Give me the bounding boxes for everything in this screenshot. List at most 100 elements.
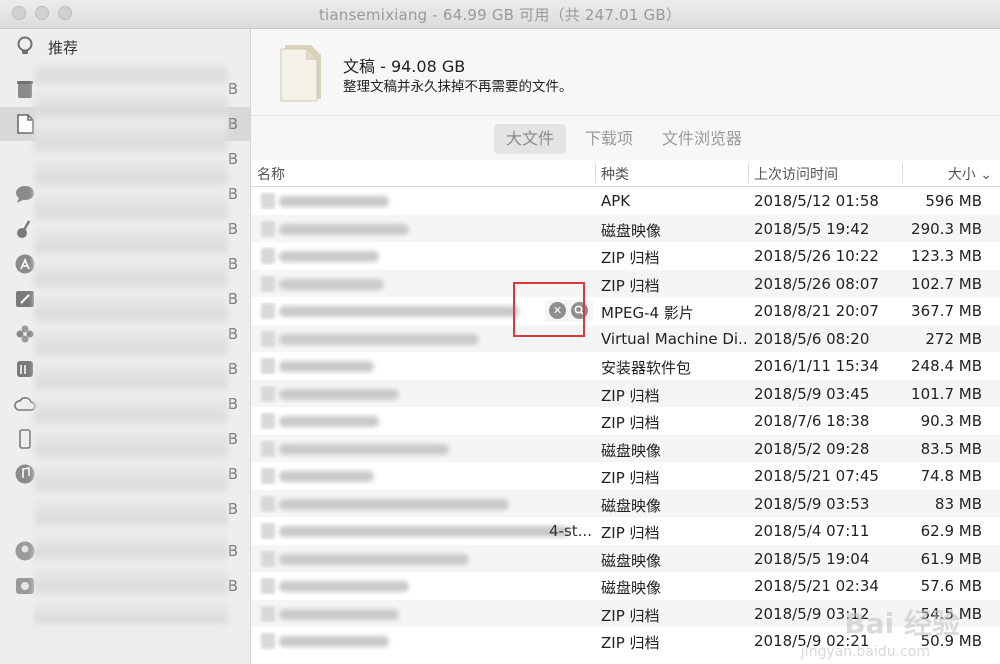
file-kind-cell: ZIP 归档 [601, 606, 660, 625]
table-row[interactable]: ZIP 归档 2018/7/6 18:38 90.3 MB [251, 407, 1000, 435]
file-list: APK 2018/5/12 01:58 596 MB 磁盘映像 2018/5/5 19:… [251, 187, 1000, 664]
column-header-name[interactable]: 名称 [257, 164, 285, 184]
file-size-cell: 74.8 MB [920, 467, 982, 485]
sort-descending-icon: ⌄ [980, 167, 992, 183]
table-row[interactable]: 安装器软件包 2016/1/11 15:34 248.4 MB [251, 352, 1000, 380]
blurred-file-name [279, 636, 389, 647]
file-icon [261, 523, 275, 539]
table-header: 名称 种类 上次访问时间 大小 ⌄ [251, 160, 1000, 187]
system-icon [14, 575, 36, 597]
file-icon [261, 220, 275, 237]
blurred-file-name [279, 443, 449, 455]
file-size-cell: 61.9 MB [920, 549, 982, 568]
file-kind-cell: 磁盘映像 [601, 496, 662, 515]
book-icon [14, 358, 36, 380]
trash-icon [14, 78, 36, 100]
blurred-file-name [279, 223, 409, 235]
last-accessed-cell: 2018/5/5 19:04 [754, 549, 870, 568]
table-row[interactable]: ZIP 归档 2018/5/26 10:22 123.3 MB [251, 242, 1000, 270]
sidebar-item-label: 推荐 [48, 39, 79, 57]
tab-large-files[interactable]: 大文件 [494, 124, 567, 154]
table-row[interactable]: 磁盘映像 2018/5/2 09:28 83.5 MB [251, 434, 1000, 462]
tab-file-browser[interactable]: 文件浏览器 [650, 124, 754, 154]
last-accessed-cell: 2018/5/9 03:53 [754, 494, 870, 513]
table-row[interactable]: 磁盘映像 2018/5/5 19:04 61.9 MB [251, 544, 1000, 572]
sidebar: 推荐 B B B B B B B B B B B B B B B [0, 29, 251, 664]
column-divider [902, 163, 903, 183]
minimize-window-button[interactable] [35, 6, 49, 20]
blurred-file-name [279, 388, 399, 400]
user-icon [14, 540, 36, 562]
column-header-last-accessed[interactable]: 上次访问时间 [754, 164, 838, 184]
file-size-cell: 90.3 MB [920, 412, 982, 430]
table-row[interactable]: 磁盘映像 2018/5/21 02:34 57.6 MB [251, 572, 1000, 600]
table-row[interactable]: APK 2018/5/12 01:58 596 MB [251, 187, 1000, 215]
table-row[interactable]: 磁盘映像 2018/5/5 19:42 290.3 MB [251, 214, 1000, 242]
file-icon [261, 193, 275, 209]
file-name-cell [257, 577, 597, 595]
file-name-suffix: 4-st... [549, 522, 592, 540]
zoom-window-button[interactable] [58, 6, 72, 20]
sidebar-item-recommendations[interactable]: 推荐 [0, 29, 250, 63]
window-title: tiansemixiang - 64.99 GB 可用（共 247.01 GB） [318, 5, 682, 24]
title-bar: tiansemixiang - 64.99 GB 可用（共 247.01 GB） [0, 0, 1000, 29]
table-row[interactable]: ZIP 归档 2018/5/9 03:45 101.7 MB [251, 379, 1000, 407]
tab-downloads[interactable]: 下载项 [573, 124, 645, 154]
table-row[interactable]: 4-st... ZIP 归档 2018/5/4 07:11 62.9 MB [251, 517, 1000, 545]
file-icon [261, 605, 275, 622]
file-size-cell: 57.6 MB [920, 577, 982, 595]
column-header-size-label: 大小 [947, 167, 976, 183]
guitar-icon [14, 218, 36, 240]
last-accessed-cell: 2018/5/9 03:45 [754, 384, 870, 403]
file-size-cell: 123.3 MB [911, 247, 982, 265]
file-kind-cell: ZIP 归档 [601, 276, 660, 295]
table-row[interactable]: ZIP 归档 2018/5/26 08:07 102.7 MB [251, 269, 1000, 297]
file-name-cell [257, 550, 597, 568]
file-icon [261, 550, 275, 567]
table-row[interactable]: Virtual Machine Di... 2018/5/6 08:20 272 M… [251, 324, 1000, 352]
app-store-icon [14, 253, 36, 275]
file-name-cell [257, 605, 597, 623]
hammer-icon [14, 288, 36, 310]
file-kind-cell: 磁盘映像 [601, 221, 662, 240]
messages-icon [14, 183, 36, 205]
file-icon [261, 413, 275, 429]
document-icon [14, 113, 36, 135]
file-icon [261, 468, 275, 484]
last-accessed-cell: 2018/5/4 07:11 [754, 522, 870, 540]
file-size-cell: 101.7 MB [911, 384, 982, 403]
file-name-cell [257, 247, 597, 265]
table-row[interactable]: 磁盘映像 2018/5/9 03:53 83 MB [251, 489, 1000, 517]
file-size-cell: 83.5 MB [920, 439, 982, 458]
file-size-cell: 290.3 MB [911, 219, 982, 238]
file-name-cell [257, 440, 597, 458]
blurred-file-name [279, 608, 399, 620]
window-controls [12, 6, 72, 20]
file-icon [261, 330, 275, 347]
file-name-cell [257, 412, 597, 430]
file-size-cell: 248.4 MB [911, 357, 982, 375]
file-size-cell: 367.7 MB [911, 302, 982, 320]
last-accessed-cell: 2018/5/2 09:28 [754, 439, 870, 458]
table-row[interactable]: ✕ MPEG-4 影片 2018/8/21 20:07 367.7 MB [251, 297, 1000, 325]
last-accessed-cell: 2018/7/6 18:38 [754, 412, 870, 430]
blurred-file-name [279, 306, 519, 317]
last-accessed-cell: 2018/5/21 07:45 [754, 467, 879, 485]
file-size-cell: 102.7 MB [911, 274, 982, 293]
file-kind-cell: APK [601, 192, 631, 210]
file-icon [261, 440, 275, 457]
last-accessed-cell: 2018/5/21 02:34 [754, 577, 879, 595]
column-header-size[interactable]: 大小 ⌄ [948, 164, 992, 184]
file-kind-cell: ZIP 归档 [601, 249, 660, 267]
watermark: Bai 经验 [844, 607, 960, 640]
column-header-kind[interactable]: 种类 [601, 164, 629, 184]
file-name-cell [257, 467, 597, 485]
close-window-button[interactable] [12, 6, 26, 20]
table-row[interactable]: ZIP 归档 2018/5/21 07:45 74.8 MB [251, 462, 1000, 490]
last-accessed-cell: 2018/5/12 01:58 [754, 192, 879, 210]
file-kind-cell: ZIP 归档 [601, 634, 660, 652]
file-icon [261, 358, 275, 374]
file-icon [261, 248, 275, 264]
file-kind-cell: 磁盘映像 [601, 579, 662, 597]
category-title: 文稿 - 94.08 GB [343, 57, 466, 76]
